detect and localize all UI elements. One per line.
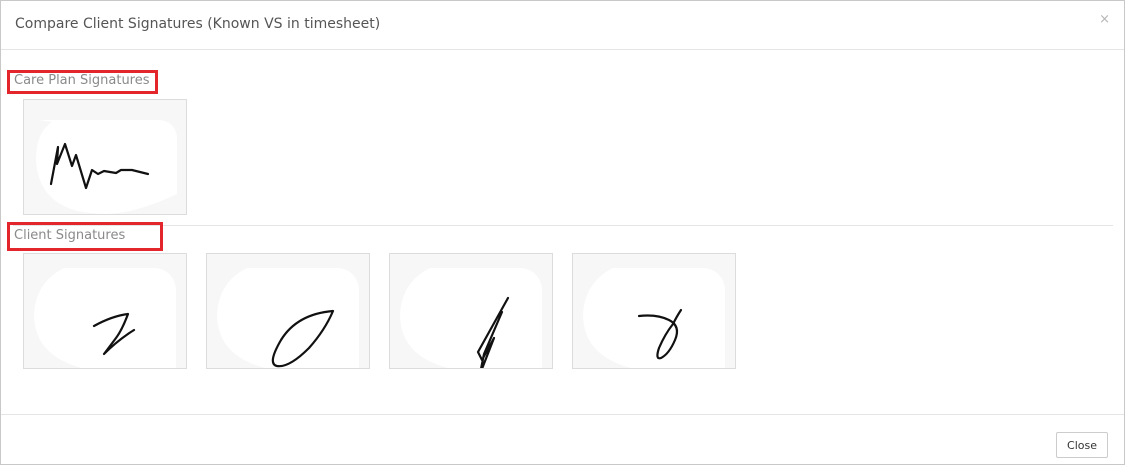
care-plan-signature-card[interactable] bbox=[23, 99, 187, 215]
client-section-label: Client Signatures bbox=[14, 228, 126, 243]
modal-header: Compare Client Signatures (Known VS in t… bbox=[1, 1, 1124, 50]
section-divider bbox=[13, 225, 1113, 226]
modal-footer: Close bbox=[1, 414, 1124, 465]
signature-curl-image bbox=[583, 268, 725, 368]
close-button[interactable]: Close bbox=[1056, 432, 1108, 458]
client-signature-card-3[interactable] bbox=[389, 253, 553, 369]
signature-loop-image bbox=[217, 268, 359, 368]
client-signature-card-4[interactable] bbox=[572, 253, 736, 369]
close-icon[interactable]: × bbox=[1099, 13, 1110, 26]
modal-title: Compare Client Signatures (Known VS in t… bbox=[15, 16, 381, 32]
signature-scribble-image bbox=[36, 120, 177, 214]
signature-slash-image bbox=[400, 268, 542, 368]
client-signature-card-1[interactable] bbox=[23, 253, 187, 369]
compare-signatures-modal: Compare Client Signatures (Known VS in t… bbox=[0, 0, 1125, 465]
client-signature-card-2[interactable] bbox=[206, 253, 370, 369]
care-plan-section-label: Care Plan Signatures bbox=[14, 73, 150, 88]
signature-z-image bbox=[34, 268, 176, 368]
